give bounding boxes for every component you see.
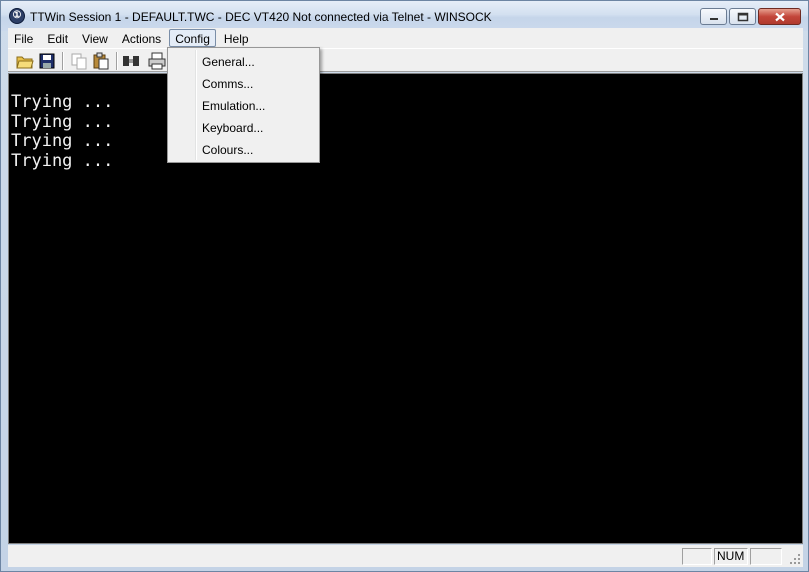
app-window: ① TTWin Session 1 - DEFAULT.TWC - DEC VT… [0, 0, 809, 572]
terminal-line: Trying ... [11, 92, 114, 112]
terminal-line: Trying ... [11, 150, 114, 171]
title-bar[interactable]: ① TTWin Session 1 - DEFAULT.TWC - DEC VT… [1, 1, 808, 31]
maximize-icon [737, 12, 748, 21]
menu-item-colours[interactable]: Colours... [202, 143, 253, 157]
config-menu-dropdown: General... Comms... Emulation... Keyboar… [167, 47, 320, 163]
window-title: TTWin Session 1 - DEFAULT.TWC - DEC VT42… [30, 10, 492, 24]
minimize-icon [709, 17, 718, 20]
copy-icon[interactable] [70, 52, 88, 70]
paste-icon[interactable] [92, 52, 110, 70]
menu-config[interactable]: Config [169, 29, 216, 47]
toolbar-separator [116, 52, 118, 70]
menu-help[interactable]: Help [218, 29, 255, 47]
maximize-button[interactable] [729, 8, 756, 25]
menu-item-general[interactable]: General... [202, 55, 255, 69]
minimize-button[interactable] [700, 8, 727, 25]
status-num: NUM [714, 548, 748, 565]
close-icon [774, 12, 785, 21]
menu-edit[interactable]: Edit [41, 29, 74, 47]
open-folder-icon[interactable] [16, 52, 34, 70]
menu-view[interactable]: View [76, 29, 114, 47]
menu-file[interactable]: File [8, 29, 39, 47]
menu-bar: File Edit View Actions Config Help [8, 28, 803, 48]
save-icon[interactable] [38, 52, 56, 70]
caption-buttons [698, 8, 801, 25]
print-icon[interactable] [148, 52, 166, 70]
toolbar [8, 48, 803, 72]
terminal-line: Trying ... [11, 131, 114, 151]
toolbar-separator [62, 52, 64, 70]
terminal-screen[interactable]: Trying ... Trying ... Trying ... Trying … [8, 73, 803, 544]
status-pane-empty [682, 548, 712, 565]
close-button[interactable] [758, 8, 801, 25]
status-bar: NUM [8, 545, 803, 567]
connect-icon[interactable] [122, 52, 140, 70]
terminal-line: Trying ... [11, 111, 114, 132]
resize-grip-icon[interactable] [789, 553, 801, 565]
status-pane-empty [750, 548, 782, 565]
menu-item-keyboard[interactable]: Keyboard... [202, 121, 263, 135]
terminal-app-icon[interactable]: ① [9, 8, 25, 24]
menu-actions[interactable]: Actions [116, 29, 167, 47]
menu-item-comms[interactable]: Comms... [202, 77, 253, 91]
terminal-output: Trying ... Trying ... Trying ... Trying … [11, 92, 114, 171]
menu-item-emulation[interactable]: Emulation... [202, 99, 265, 113]
